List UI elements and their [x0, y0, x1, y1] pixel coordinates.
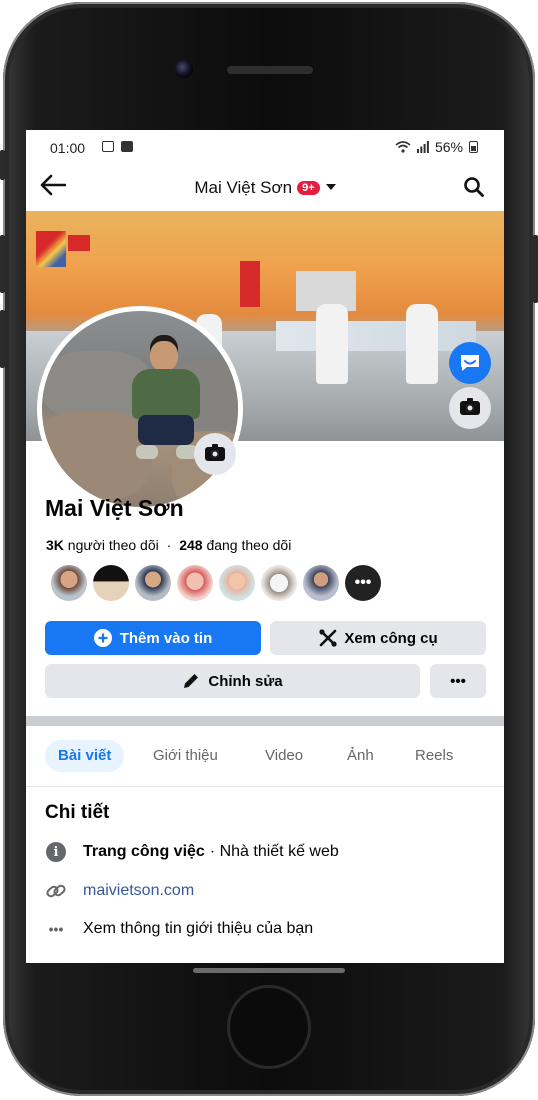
avatar-head	[150, 341, 178, 371]
power-button	[533, 235, 538, 303]
tab-reels[interactable]: Reels	[402, 740, 466, 772]
messenger-button[interactable]	[449, 342, 491, 384]
more-options-label: •••	[450, 672, 466, 690]
gesture-bar	[193, 968, 345, 973]
more-options-button[interactable]: •••	[430, 664, 486, 698]
chevron-down-icon	[325, 184, 336, 190]
profile-picture[interactable]	[37, 306, 243, 512]
edit-avatar-button[interactable]	[194, 433, 236, 475]
followers-label: người theo dõi	[67, 537, 159, 553]
signal-icon	[416, 141, 429, 153]
status-bar: 01:00 56%	[26, 130, 504, 164]
edit-profile-button[interactable]: Chỉnh sửa	[45, 664, 420, 698]
profile-switcher[interactable]: Mai Việt Sơn 9+	[26, 178, 504, 198]
tab-about[interactable]: Giới thiệu	[140, 740, 231, 772]
avatar-pants	[138, 415, 194, 445]
tab-video[interactable]: Video	[252, 740, 316, 772]
info-icon: i	[45, 841, 67, 863]
edit-profile-label: Chỉnh sửa	[208, 672, 283, 690]
home-button[interactable]	[227, 985, 311, 1069]
earpiece-speaker	[227, 66, 313, 74]
work-page-value: · Nhà thiết kế web	[209, 843, 339, 860]
battery-icon	[469, 141, 478, 153]
followers-count: 3K	[46, 537, 64, 553]
following-label: đang theo dõi	[206, 537, 292, 553]
tab-photos[interactable]: Ảnh	[334, 740, 387, 772]
tab-posts[interactable]: Bài viết	[45, 740, 125, 772]
link-icon	[45, 880, 67, 902]
screen: 01:00 56% Mai Việt Sơn 9+ Mai Việt Sơn 3…	[26, 130, 504, 963]
add-story-button[interactable]: Thêm vào tin	[45, 621, 261, 655]
search-icon[interactable]	[464, 177, 484, 197]
cover-railing	[276, 321, 476, 351]
profile-name: Mai Việt Sơn	[45, 495, 184, 521]
following-count: 248	[179, 537, 203, 553]
camera-icon	[205, 444, 225, 461]
view-tools-label: Xem công cụ	[344, 629, 438, 647]
stats-separator: ·	[166, 537, 172, 553]
friend-avatar[interactable]	[177, 565, 213, 601]
edit-cover-button[interactable]	[449, 387, 491, 429]
battery-percent: 56%	[434, 139, 463, 155]
checkbox-notification-icon	[121, 141, 133, 152]
notification-badge: 9+	[297, 181, 320, 195]
header-profile-name: Mai Việt Sơn	[194, 178, 293, 197]
details-title: Chi tiết	[45, 802, 110, 823]
section-divider	[26, 716, 504, 726]
avatar	[42, 311, 238, 507]
view-tools-button[interactable]: Xem công cụ	[270, 621, 486, 655]
ellipsis-icon: •••	[48, 921, 64, 937]
add-story-label: Thêm vào tin	[119, 629, 213, 647]
friend-avatar[interactable]	[51, 565, 87, 601]
more-friends-button[interactable]: •••	[345, 565, 381, 601]
cover-person	[406, 304, 438, 384]
plus-circle-icon	[93, 629, 112, 647]
pencil-icon	[184, 674, 199, 688]
friend-avatar[interactable]	[261, 565, 297, 601]
friends-avatars[interactable]: •••	[51, 565, 381, 601]
status-time: 01:00	[50, 140, 86, 156]
volume-down-button	[0, 310, 5, 368]
see-about-row[interactable]: ••• Xem thông tin giới thiệu của bạn	[45, 918, 314, 940]
messenger-icon	[461, 355, 479, 371]
cover-flag	[68, 235, 90, 251]
volume-up-button	[0, 235, 5, 293]
cover-flag	[36, 231, 66, 267]
wifi-icon	[395, 141, 411, 153]
avatar-shoe	[136, 445, 158, 459]
friend-avatar[interactable]	[93, 565, 129, 601]
follow-stats[interactable]: 3K người theo dõi · 248 đang theo dõi	[46, 537, 291, 553]
work-page-row[interactable]: i Trang công việc · Nhà thiết kế web	[45, 841, 339, 863]
avatar-person	[132, 341, 202, 471]
screen-cast-icon	[102, 141, 114, 152]
friend-avatar[interactable]	[219, 565, 255, 601]
top-nav: Mai Việt Sơn 9+	[26, 166, 504, 210]
friend-avatar[interactable]	[135, 565, 171, 601]
mute-switch	[0, 150, 5, 180]
website-link[interactable]: maivietson.com	[83, 882, 194, 900]
avatar-jacket	[132, 369, 200, 419]
tools-icon	[319, 629, 337, 647]
camera-icon	[460, 398, 480, 415]
cover-person	[316, 304, 348, 384]
see-about-label: Xem thông tin giới thiệu của bạn	[83, 920, 314, 937]
work-page-label: Trang công việc	[83, 843, 205, 860]
friend-avatar[interactable]	[303, 565, 339, 601]
website-row[interactable]: maivietson.com	[45, 880, 194, 902]
cover-flag	[240, 261, 260, 307]
profile-tabs: Bài viết Giới thiệu Video Ảnh Reels	[26, 726, 504, 787]
front-camera	[175, 60, 193, 78]
